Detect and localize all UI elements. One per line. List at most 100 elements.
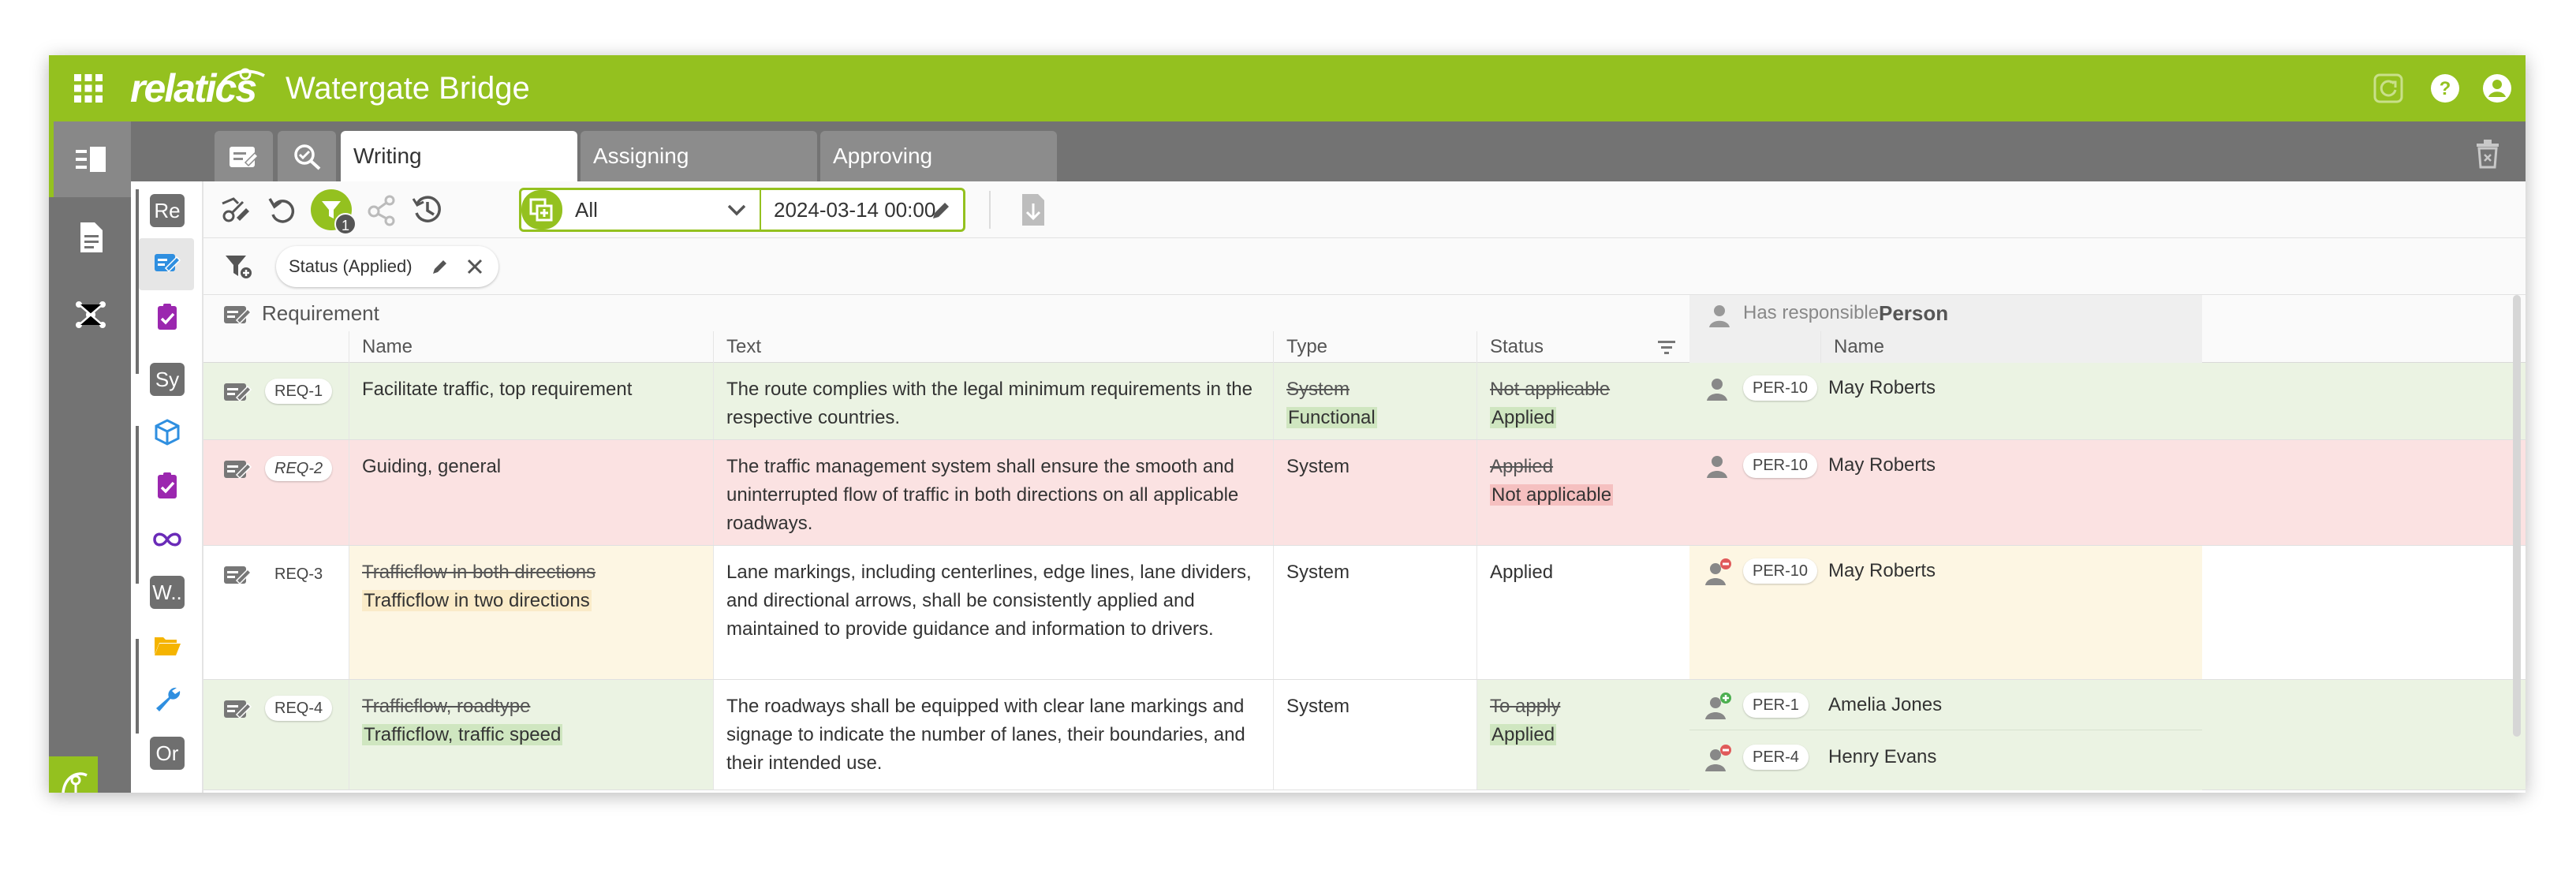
cell-status[interactable]: To apply Applied	[1477, 680, 1689, 790]
cell-text[interactable]: The traffic management system shall ensu…	[713, 440, 1273, 545]
table-row[interactable]: REQ-4 Trafficflow, roadtype Trafficflow,…	[203, 680, 2526, 790]
sidebar-item-requirements[interactable]: Re	[139, 185, 194, 237]
person-entry[interactable]: PER-10 May Roberts	[1689, 546, 2202, 679]
column-header-text[interactable]: Text	[713, 331, 1273, 363]
tab-approving[interactable]: Approving	[820, 131, 1057, 181]
table-header: Requirement Name Text Type Status Has re…	[203, 295, 2526, 363]
rail-model-button[interactable]	[49, 756, 98, 793]
edit-filter-icon[interactable]	[431, 257, 450, 276]
table-row[interactable]: REQ-1 Facilitate traffic, top requiremen…	[203, 363, 2526, 440]
sidebar-badge: Re	[150, 194, 185, 227]
person-id-tag[interactable]: PER-10	[1743, 558, 1818, 584]
sidebar-item-interfaces[interactable]	[139, 514, 194, 566]
undo-icon[interactable]	[265, 192, 300, 227]
cell-type[interactable]: System	[1273, 546, 1477, 679]
sidebar-item-folders[interactable]	[139, 620, 194, 672]
person-entry[interactable]: PER-10 May Roberts	[1689, 440, 2202, 545]
column-header-status[interactable]: Status	[1477, 331, 1689, 363]
pencil-icon[interactable]	[930, 200, 952, 222]
rail-workspace-button[interactable]	[49, 121, 131, 197]
close-icon[interactable]	[465, 257, 484, 276]
requirement-type-icon	[224, 306, 252, 325]
cell-name[interactable]: Facilitate traffic, top requirement	[349, 363, 713, 439]
relatics-logo[interactable]: relatics	[130, 62, 272, 115]
status-old-value: Not applicable	[1490, 379, 1611, 400]
requirements-table: Requirement Name Text Type Status Has re…	[203, 295, 2526, 793]
refresh-icon[interactable]	[2373, 73, 2404, 104]
requirement-id-tag[interactable]: REQ-3	[265, 562, 332, 587]
chevron-down-icon	[727, 204, 746, 216]
person-entry[interactable]: PER-4 Henry Evans	[1689, 732, 2202, 790]
tab-writing[interactable]: Writing	[341, 131, 577, 181]
scope-button[interactable]	[521, 190, 562, 230]
text-value: The traffic management system shall ensu…	[726, 456, 1239, 534]
person-id-tag[interactable]: PER-1	[1743, 693, 1809, 718]
filter-bar: Status (Applied)	[203, 238, 2526, 295]
cell-text[interactable]: Lane markings, including centerlines, ed…	[713, 546, 1273, 679]
text-value: The roadways shall be equipped with clea…	[726, 696, 1245, 774]
requirement-id-tag[interactable]: REQ-2	[265, 456, 333, 481]
rail-documents-button[interactable]	[49, 199, 131, 274]
sidebar-item-organisation[interactable]: Or	[139, 727, 194, 779]
cell-name[interactable]: Trafficflow in both directions Trafficfl…	[349, 546, 713, 679]
app-grid-icon[interactable]	[73, 73, 104, 104]
requirement-id-tag[interactable]: REQ-4	[265, 696, 333, 721]
table-row[interactable]: REQ-2 Guiding, general The traffic manag…	[203, 440, 2526, 546]
sidebar-item-work[interactable]: W..	[139, 566, 194, 618]
cell-type[interactable]: System Functional	[1273, 363, 1477, 439]
sidebar-item-verification[interactable]	[139, 292, 194, 344]
sidebar-item-requirement-edit[interactable]	[139, 238, 194, 290]
person-id-tag[interactable]: PER-10	[1743, 453, 1818, 478]
person-removed-icon	[1705, 558, 1731, 585]
history-icon[interactable]	[410, 192, 445, 227]
cell-name[interactable]: Guiding, general	[349, 440, 713, 545]
search-inspect-tab[interactable]	[278, 131, 336, 181]
name-new-value: Trafficflow, traffic speed	[362, 724, 563, 745]
wrench-icon	[156, 687, 181, 711]
filter-chip-status[interactable]: Status (Applied)	[276, 246, 498, 287]
cell-status[interactable]: Applied Not applicable	[1477, 440, 1689, 545]
cell-status[interactable]: Not applicable Applied	[1477, 363, 1689, 439]
person-name: Henry Evans	[1828, 746, 1937, 767]
cell-text[interactable]: The route complies with the legal minimu…	[713, 363, 1273, 439]
sidebar-badge: W..	[150, 576, 185, 609]
requirement-id-tag[interactable]: REQ-1	[265, 379, 333, 404]
column-filter-icon[interactable]	[1658, 339, 1675, 355]
sidebar-item-systems[interactable]: Sy	[139, 353, 194, 405]
entity-sidebar: Re Sy W.. Or	[131, 181, 203, 793]
column-header-person-name[interactable]: Name	[1820, 331, 2202, 363]
person-id-tag[interactable]: PER-10	[1743, 375, 1818, 401]
user-account-icon[interactable]	[2481, 73, 2513, 104]
share-icon[interactable]	[364, 192, 399, 227]
export-icon[interactable]	[1016, 192, 1051, 227]
clipboard-check-icon	[158, 304, 177, 330]
cell-type[interactable]: System	[1273, 440, 1477, 545]
edit-requirements-tab[interactable]	[215, 131, 273, 181]
cell-name[interactable]: Trafficflow, roadtype Trafficflow, traff…	[349, 680, 713, 790]
person-name: May Roberts	[1828, 377, 1936, 398]
table-row[interactable]: REQ-3 Trafficflow in both directions Tra…	[203, 546, 2526, 680]
cell-status[interactable]: Applied	[1477, 546, 1689, 679]
sidebar-item-system-checks[interactable]	[139, 461, 194, 513]
column-header-name[interactable]: Name	[349, 331, 713, 363]
person-id-tag[interactable]: PER-4	[1743, 745, 1809, 770]
person-group-name: Person	[1879, 301, 1949, 325]
column-header-type[interactable]: Type	[1273, 331, 1477, 363]
help-icon[interactable]: ?	[2429, 73, 2461, 104]
date-value: 2024-03-14 00:00	[774, 198, 936, 222]
person-entry[interactable]: PER-10 May Roberts	[1689, 363, 2202, 413]
sidebar-item-objects[interactable]	[139, 407, 194, 459]
scope-dropdown[interactable]: All	[569, 190, 758, 230]
add-filter-icon[interactable]	[224, 252, 252, 281]
relations-edit-icon[interactable]	[219, 192, 254, 227]
cell-text[interactable]: The roadways shall be equipped with clea…	[713, 680, 1273, 790]
cell-type[interactable]: System	[1273, 680, 1477, 790]
tab-assigning[interactable]: Assigning	[581, 131, 817, 181]
rail-network-button[interactable]	[49, 276, 131, 352]
trash-icon[interactable]	[2473, 137, 2502, 169]
sidebar-item-tools[interactable]	[139, 674, 194, 726]
person-entry[interactable]: PER-1 Amelia Jones	[1689, 680, 2202, 730]
vertical-scrollbar[interactable]	[2513, 295, 2521, 737]
date-field[interactable]: 2024-03-14 00:00	[760, 190, 963, 230]
status-value: Applied	[1490, 562, 1554, 583]
